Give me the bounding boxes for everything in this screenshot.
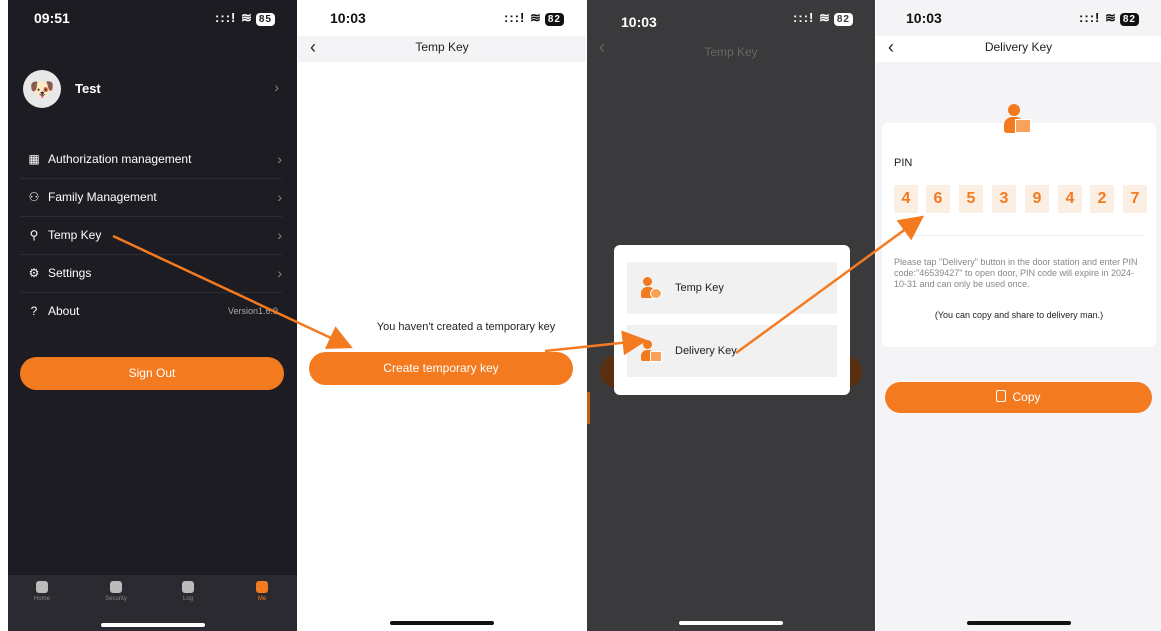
page-title: Temp Key — [704, 45, 758, 59]
key-icon: ⚲ — [29, 228, 39, 242]
option-delivery-key[interactable]: Delivery Key — [627, 325, 837, 377]
status-bar: 09:51 :::! ≋ 85 — [8, 0, 297, 36]
pin-digit: 2 — [1090, 185, 1114, 213]
menu-item-label: Temp Key — [48, 228, 102, 242]
menu-item-about[interactable]: ? About Version1.6.9 — [20, 292, 282, 330]
back-chevron-icon: ‹ — [599, 37, 605, 57]
version-text: Version1.6.9 — [227, 306, 278, 316]
family-icon: ⚇ — [28, 190, 40, 204]
status-time: 10:03 — [906, 10, 942, 26]
tab-bar: Home Security Log Me — [8, 575, 297, 631]
pin-digit: 6 — [926, 185, 950, 213]
profile-row[interactable]: Test › — [8, 70, 297, 108]
pin-label: PIN — [894, 157, 913, 169]
menu-item-label: About — [48, 304, 80, 318]
signal-wifi-icon: :::! ≋ 82 — [504, 10, 564, 26]
signal-wifi-icon: :::! ≋ 82 — [793, 10, 853, 26]
menu-item-label: Settings — [48, 266, 92, 280]
status-time: 10:03 — [330, 10, 366, 26]
menu-item-temp-key[interactable]: ⚲ Temp Key › — [20, 216, 282, 255]
option-label: Delivery Key — [675, 345, 737, 357]
menu-item-label: Authorization management — [48, 152, 192, 166]
back-chevron-icon[interactable]: ‹ — [310, 36, 316, 58]
home-indicator — [390, 621, 494, 625]
content-area — [298, 62, 586, 631]
menu-item-label: Family Management — [48, 190, 157, 204]
status-bar: 10:03 :::! ≋ 82 — [298, 0, 586, 36]
temp-key-icon — [641, 277, 663, 299]
pin-card: PIN 4 6 5 3 9 4 2 7 Please tap "Delivery… — [882, 123, 1156, 347]
delivery-key-screen: 10:03 :::! ≋ 82 ‹ Delivery Key PIN 4 6 5 … — [876, 0, 1161, 631]
nav-bar: ‹ Delivery Key — [876, 36, 1161, 62]
option-temp-key[interactable]: Temp Key — [627, 262, 837, 314]
menu-item-authorization[interactable]: ▦ Authorization management › — [20, 140, 282, 179]
tab-log[interactable]: Log — [168, 581, 208, 602]
chevron-right-icon: › — [277, 189, 282, 205]
copy-icon — [996, 390, 1007, 402]
tab-label: Log — [182, 596, 193, 602]
nav-bar: ‹ Temp Key — [587, 36, 875, 62]
menu-item-family[interactable]: ⚇ Family Management › — [20, 178, 282, 217]
pin-digit: 3 — [992, 185, 1016, 213]
me-screen: 09:51 :::! ≋ 85 🐶 Test › ▦ Authorization … — [8, 0, 297, 631]
chevron-right-icon: › — [277, 151, 282, 167]
page-title: Temp Key — [415, 40, 469, 54]
menu-item-settings[interactable]: ⚙ Settings › — [20, 254, 282, 293]
status-time: 10:03 — [621, 14, 657, 30]
nav-bar: ‹ Temp Key — [298, 36, 586, 62]
tab-label: Me — [257, 596, 267, 602]
temp-key-screen: 10:03 :::! ≋ 82 ‹ Temp Key You haven't cr… — [298, 0, 586, 631]
delivery-icon — [641, 340, 663, 362]
status-time: 09:51 — [34, 10, 70, 26]
sign-out-button[interactable]: Sign Out — [20, 357, 284, 390]
chevron-right-icon: › — [274, 79, 279, 95]
status-bar: 10:03 :::! ≋ 82 — [876, 0, 1161, 36]
tab-security[interactable]: Security — [96, 581, 136, 602]
tab-label: Security — [105, 596, 127, 602]
pin-digit: 9 — [1025, 185, 1049, 213]
signal-wifi-icon: :::! ≋ 85 — [215, 10, 275, 26]
delivery-icon — [1002, 104, 1034, 136]
shield-icon — [110, 581, 122, 593]
pin-digit: 5 — [959, 185, 983, 213]
battery-icon: 82 — [833, 13, 853, 26]
copy-button[interactable]: Copy — [885, 382, 1152, 413]
back-chevron-icon[interactable]: ‹ — [888, 36, 894, 58]
user-name: Test — [75, 81, 101, 96]
page-title: Delivery Key — [984, 40, 1053, 54]
me-icon — [256, 581, 268, 593]
pin-digit: 4 — [1058, 185, 1082, 213]
home-indicator — [679, 621, 783, 625]
empty-state-text: You haven't created a temporary key — [376, 321, 556, 333]
tab-me[interactable]: Me — [242, 581, 282, 602]
home-indicator — [100, 623, 205, 627]
pin-digit: 7 — [1123, 185, 1147, 213]
divider — [894, 235, 1144, 236]
copy-label: Copy — [1012, 390, 1041, 404]
question-icon: ? — [30, 304, 38, 318]
log-icon — [182, 581, 194, 593]
home-icon — [36, 581, 48, 593]
battery-icon: 85 — [255, 13, 275, 26]
home-indicator — [966, 621, 1071, 625]
key-type-dialog: Temp Key Delivery Key — [614, 245, 850, 395]
status-bar: 10:03 :::! ≋ 82 — [587, 0, 875, 36]
battery-icon: 82 — [1119, 13, 1139, 26]
key-type-sheet-screen: 10:03 :::! ≋ 82 ‹ Temp Key Temp Key Deliv… — [587, 0, 875, 631]
pin-digit: 4 — [894, 185, 918, 213]
share-note: (You can copy and share to delivery man.… — [934, 310, 1104, 320]
grid-icon: ▦ — [28, 152, 40, 166]
dimmed-edge — [587, 392, 590, 424]
chevron-right-icon: › — [277, 265, 282, 281]
tab-label: Home — [33, 596, 50, 602]
signal-wifi-icon: :::! ≋ 82 — [1079, 10, 1139, 26]
option-label: Temp Key — [675, 282, 724, 294]
create-temp-key-button[interactable]: Create temporary key — [309, 352, 573, 385]
battery-icon: 82 — [544, 13, 564, 26]
gear-icon: ⚙ — [28, 266, 40, 280]
tab-home[interactable]: Home — [22, 581, 62, 602]
instructions-text: Please tap "Delivery" button in the door… — [894, 257, 1138, 289]
chevron-right-icon: › — [277, 227, 282, 243]
